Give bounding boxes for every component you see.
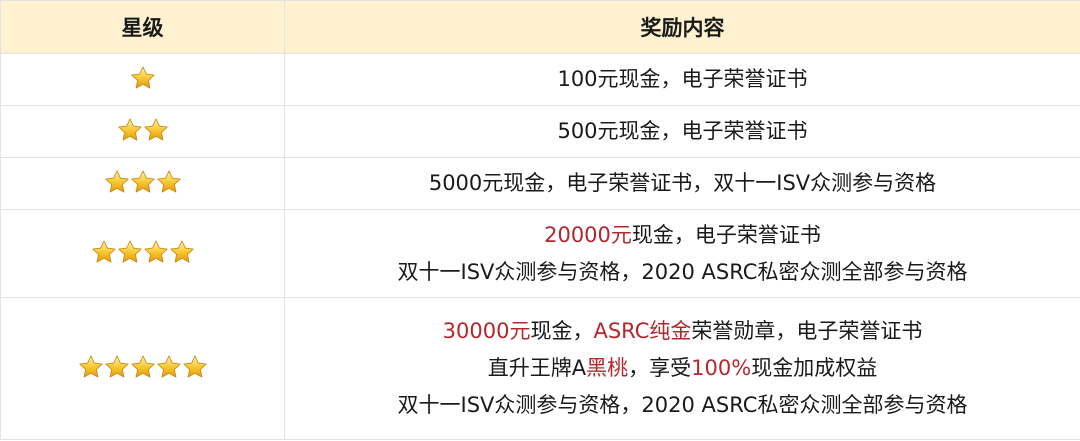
star-rating (117, 117, 169, 143)
table-row: 5000元现金，电子荣誉证书，双十一ISV众测参与资格 (0, 157, 1080, 210)
star-rating (130, 65, 156, 91)
star-icon (130, 354, 156, 380)
star-icon (117, 239, 143, 265)
star-rating (91, 239, 195, 265)
reward-cell: 5000元现金，电子荣誉证书，双十一ISV众测参与资格 (284, 157, 1080, 210)
reward-text: 现金加成权益 (751, 356, 878, 380)
reward-text: 5000元现金，电子荣誉证书，双十一ISV众测参与资格 (428, 171, 937, 195)
reward-line: 30000元现金，ASRC纯金荣誉勋章，电子荣誉证书 (285, 313, 1080, 350)
star-icon (156, 354, 182, 380)
reward-line: 双十一ISV众测参与资格，2020 ASRC私密众测全部参与资格 (285, 387, 1080, 424)
reward-highlight: 30000元 (442, 319, 531, 343)
reward-cell: 500元现金，电子荣誉证书 (284, 105, 1080, 158)
reward-line: 100元现金，电子荣誉证书 (285, 61, 1080, 98)
reward-text: 现金，电子荣誉证书 (631, 222, 821, 247)
reward-highlight: ASRC纯金 (593, 319, 692, 343)
star-icon (182, 354, 208, 380)
star-icon (156, 169, 182, 195)
reward-text: 500元现金，电子荣誉证书 (557, 119, 808, 143)
reward-text: 荣誉勋章，电子荣誉证书 (691, 319, 923, 343)
table-row: 100元现金，电子荣誉证书 (0, 53, 1080, 106)
reward-text: 直升王牌A (487, 356, 587, 380)
table-row: 30000元现金，ASRC纯金荣誉勋章，电子荣誉证书 直升王牌A黑桃，享受100%… (0, 297, 1080, 440)
reward-text: ，享受 (628, 356, 692, 380)
table-row: 500元现金，电子荣誉证书 (0, 105, 1080, 158)
star-level-cell (0, 105, 285, 158)
star-icon (143, 239, 169, 265)
reward-cell: 30000元现金，ASRC纯金荣誉勋章，电子荣誉证书 直升王牌A黑桃，享受100%… (284, 297, 1080, 440)
star-rating (78, 354, 208, 380)
table-header-row: 星级 奖励内容 (0, 0, 1080, 54)
table-row: 20000元现金，电子荣誉证书双十一ISV众测参与资格，2020 ASRC私密众… (0, 209, 1080, 298)
star-icon (104, 169, 130, 195)
star-level-cell (0, 297, 285, 440)
reward-table: 星级 奖励内容 100元现金，电子荣誉证书 500元现金，电子荣誉证书 5000… (0, 0, 1080, 440)
reward-highlight: 黑桃 (586, 356, 629, 380)
reward-highlight: 20000元 (544, 222, 632, 247)
reward-line: 500元现金，电子荣誉证书 (285, 113, 1080, 150)
star-level-cell (0, 53, 285, 106)
star-icon (143, 117, 169, 143)
star-icon (169, 239, 195, 265)
reward-line: 5000元现金，电子荣誉证书，双十一ISV众测参与资格 (285, 165, 1080, 202)
star-icon (130, 65, 156, 91)
reward-text: 双十一ISV众测参与资格，2020 ASRC私密众测全部参与资格 (397, 393, 968, 417)
reward-cell: 20000元现金，电子荣誉证书双十一ISV众测参与资格，2020 ASRC私密众… (284, 209, 1080, 298)
reward-line: 20000元现金，电子荣誉证书 (285, 217, 1080, 254)
star-level-cell (0, 157, 285, 210)
reward-highlight: 100% (691, 356, 752, 380)
star-icon (78, 354, 104, 380)
star-icon (130, 169, 156, 195)
reward-text: 100元现金，电子荣誉证书 (557, 67, 808, 91)
reward-cell: 100元现金，电子荣誉证书 (284, 53, 1080, 106)
star-icon (117, 117, 143, 143)
reward-line: 双十一ISV众测参与资格，2020 ASRC私密众测全部参与资格 (285, 254, 1080, 291)
header-reward: 奖励内容 (284, 0, 1080, 54)
reward-line: 直升王牌A黑桃，享受100%现金加成权益 (285, 350, 1080, 387)
star-level-cell (0, 209, 285, 298)
star-rating (104, 169, 182, 195)
star-icon (104, 354, 130, 380)
reward-text: 现金， (530, 319, 594, 343)
star-icon (91, 239, 117, 265)
reward-table-container: 星级 奖励内容 100元现金，电子荣誉证书 500元现金，电子荣誉证书 5000… (0, 0, 1080, 441)
reward-text: 双十一ISV众测参与资格，2020 ASRC私密众测全部参与资格 (397, 259, 968, 284)
header-level: 星级 (0, 0, 285, 54)
